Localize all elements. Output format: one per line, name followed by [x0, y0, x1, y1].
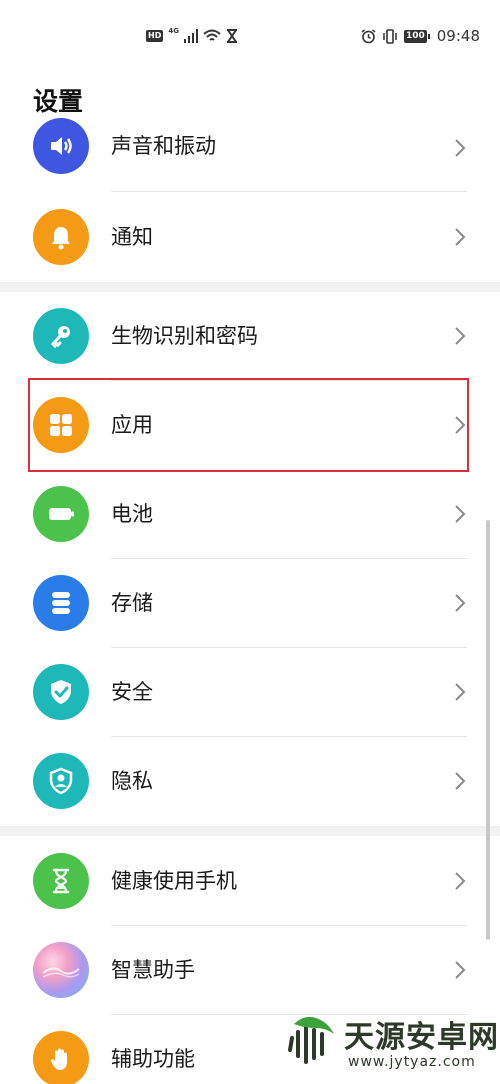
chevron-right-icon	[455, 228, 466, 246]
chevron-right-icon	[455, 872, 466, 890]
chevron-right-icon	[455, 594, 466, 612]
settings-item-notifications[interactable]: 通知	[0, 193, 500, 282]
chevron-right-icon	[455, 772, 466, 790]
chevron-right-icon	[455, 683, 466, 701]
settings-item-label: 辅助功能	[111, 1047, 195, 1071]
shield-check-icon	[33, 664, 89, 720]
settings-item-storage[interactable]: 存储	[0, 559, 500, 648]
settings-item-label: 隐私	[111, 769, 153, 793]
assistant-orb-icon	[33, 942, 89, 998]
status-time: 09:48	[436, 27, 480, 45]
signal-icon	[183, 29, 198, 43]
storage-icon	[33, 575, 89, 631]
settings-item-security[interactable]: 安全	[0, 648, 500, 737]
watermark-url: www.jytyaz.com	[348, 1054, 476, 1070]
status-bar: HD 4G 100 09:48	[0, 0, 500, 72]
vibrate-icon	[383, 28, 397, 44]
apps-grid-icon	[33, 397, 89, 453]
section-gap	[0, 826, 500, 836]
settings-item-label: 电池	[111, 502, 153, 526]
settings-item-label: 健康使用手机	[111, 869, 237, 893]
settings-item-label: 智慧助手	[111, 958, 195, 982]
speaker-icon	[33, 118, 89, 174]
settings-item-label: 通知	[111, 225, 153, 249]
settings-item-digital-balance[interactable]: 健康使用手机	[0, 837, 500, 926]
settings-item-label: 存储	[111, 591, 153, 615]
chevron-right-icon	[455, 327, 466, 345]
battery-level: 100	[403, 29, 430, 43]
bell-icon	[33, 209, 89, 265]
watermark: 天源安卓网 www.jytyaz.com	[286, 1006, 498, 1076]
key-icon	[33, 308, 89, 364]
hd-badge: HD	[146, 30, 164, 42]
hourglass-icon	[33, 853, 89, 909]
watermark-text: 天源安卓网	[344, 1020, 499, 1055]
settings-item-battery[interactable]: 电池	[0, 470, 500, 559]
wifi-icon	[203, 29, 221, 41]
settings-item-label: 生物识别和密码	[111, 324, 258, 348]
settings-item-apps[interactable]: 应用	[0, 381, 500, 470]
settings-item-privacy[interactable]: 隐私	[0, 737, 500, 826]
settings-item-label: 安全	[111, 680, 153, 704]
privacy-shield-icon	[33, 753, 89, 809]
status-left: HD 4G	[146, 26, 238, 46]
battery-icon	[33, 486, 89, 542]
settings-item-assistant[interactable]: 智慧助手	[0, 926, 500, 1015]
settings-item-sound[interactable]: 声音和振动	[0, 104, 500, 193]
settings-item-label: 声音和振动	[111, 134, 216, 158]
scrollbar[interactable]	[486, 520, 490, 940]
hourglass-status-icon	[226, 29, 237, 43]
watermark-logo-icon	[288, 1016, 334, 1064]
divider	[111, 191, 467, 192]
chevron-right-icon	[455, 139, 466, 157]
network-type: 4G	[168, 27, 179, 35]
settings-item-label: 应用	[111, 413, 153, 437]
status-right: 100 09:48	[361, 26, 480, 46]
settings-item-biometrics[interactable]: 生物识别和密码	[0, 292, 500, 381]
chevron-right-icon	[455, 961, 466, 979]
alarm-icon	[361, 28, 376, 43]
section-gap	[0, 282, 500, 292]
chevron-right-icon	[455, 505, 466, 523]
hand-icon	[33, 1031, 89, 1084]
chevron-right-icon	[455, 416, 466, 434]
